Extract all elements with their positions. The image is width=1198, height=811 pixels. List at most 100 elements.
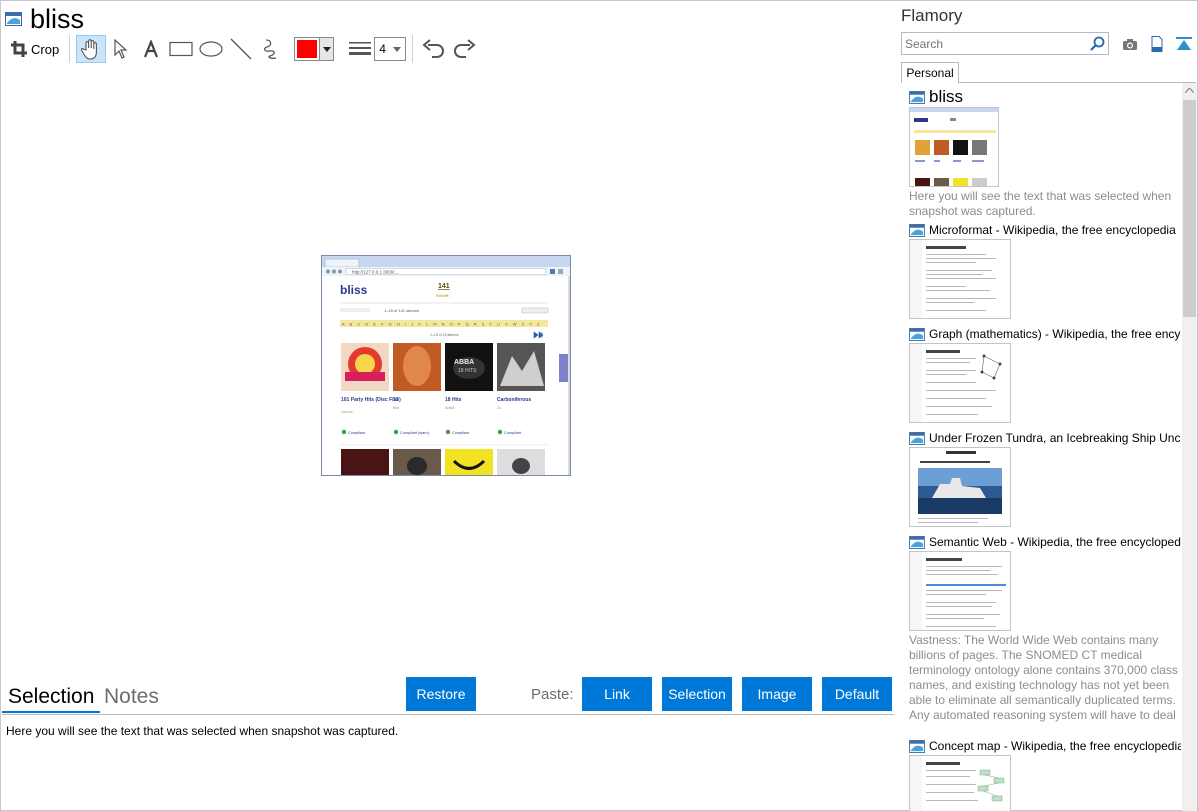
snapshot-url: http://127.0.0.1:3000/...	[352, 270, 398, 275]
list-item-thumbnail	[909, 551, 1011, 631]
paste-label: Paste:	[531, 686, 574, 703]
chevron-down-icon	[393, 46, 402, 52]
redo-button[interactable]	[449, 35, 479, 63]
line-width-icon	[349, 42, 372, 55]
list-item[interactable]: Graph (mathematics) - Wikipedia, the fre…	[909, 326, 1181, 423]
snapshot-album-artist: Blur	[393, 406, 400, 410]
undo-icon	[422, 39, 445, 58]
list-item-title: Semantic Web - Wikipedia, the free encyc…	[929, 535, 1181, 549]
crop-icon	[11, 41, 27, 57]
line-width-select[interactable]: 4	[374, 37, 407, 61]
svg-text:ABBA: ABBA	[454, 359, 474, 366]
ellipse-icon	[199, 41, 223, 57]
line-width-button[interactable]	[348, 35, 372, 63]
color-swatch	[297, 40, 318, 58]
list-item[interactable]: Semantic Web - Wikipedia, the free encyc…	[909, 534, 1181, 722]
tab-divider	[958, 82, 1196, 83]
page-icon	[5, 12, 22, 26]
list-item-thumbnail	[909, 447, 1011, 527]
undo-button[interactable]	[419, 35, 449, 63]
app-title: Flamory	[901, 6, 963, 25]
snapshot-album-status: Compliant	[348, 431, 366, 435]
snapshot-canvas[interactable]: http://127.0.0.1:3000/... bliss 141 Fold…	[2, 65, 894, 677]
search-input[interactable]	[905, 36, 1085, 51]
selection-text[interactable]: Here you will see the text that was sele…	[6, 724, 398, 738]
tab-selection[interactable]: Selection	[2, 683, 101, 713]
snapshot-album-status: Compliant	[504, 431, 522, 435]
scrollbar-thumb[interactable]	[1183, 100, 1196, 317]
paste-default-button[interactable]: Default	[822, 677, 892, 711]
list-item-thumbnail	[909, 343, 1011, 423]
svg-text:18 HITS: 18 HITS	[458, 368, 477, 374]
snapshot-album-artist: Various	[341, 410, 353, 414]
svg-text:1–15 of 15 albums: 1–15 of 15 albums	[430, 333, 459, 337]
search-box[interactable]	[901, 32, 1109, 55]
scroll-up-button[interactable]	[1182, 83, 1197, 98]
crop-label: Crop	[31, 41, 60, 57]
document-icon[interactable]	[1148, 36, 1166, 52]
page-icon	[909, 90, 925, 104]
toolbar-separator	[412, 35, 414, 63]
snapshot-preview: http://127.0.0.1:3000/... bliss 141 Fold…	[322, 256, 570, 475]
paste-image-button[interactable]: Image	[742, 677, 812, 711]
snapshot-album-status: Compliant	[452, 431, 470, 435]
bottom-panel-header: Selection Notes Restore Paste: Link Sele…	[2, 677, 894, 715]
sidebar-scrollbar[interactable]	[1182, 83, 1197, 811]
line-icon	[230, 38, 252, 60]
app-window: bliss Crop 4 http://127.0.0.1:3000/... b…	[0, 0, 1198, 811]
redo-icon	[454, 39, 476, 58]
snapshot-album-artist: Zu	[497, 406, 501, 410]
list-item-title: Under Frozen Tundra, an Icebreaking Ship…	[929, 431, 1181, 445]
snapshot-album-title: 18 Hits	[445, 397, 462, 403]
hand-icon	[81, 39, 98, 60]
page-icon	[909, 431, 925, 445]
text-tool-button[interactable]	[136, 35, 166, 63]
list-item[interactable]: bliss Here you will see the text that wa…	[909, 88, 1181, 219]
editor-toolbar: Crop 4	[7, 34, 479, 64]
snapshot-count-sub: Fold left	[436, 294, 448, 298]
chevron-down-icon	[322, 46, 331, 52]
freehand-tool-button[interactable]	[256, 35, 286, 63]
list-item-title: Graph (mathematics) - Wikipedia, the fre…	[929, 327, 1181, 341]
svg-text:A B C D E F G H I J K L M N O: A B C D E F G H I J K L M N O P Q R S T …	[342, 322, 542, 327]
list-item[interactable]: Microformat - Wikipedia, the free encycl…	[909, 222, 1181, 319]
color-picker[interactable]	[294, 37, 335, 61]
restore-button[interactable]: Restore	[406, 677, 476, 711]
snapshot-album-status: Compliant (warn)	[400, 431, 430, 435]
list-item[interactable]: Concept map - Wikipedia, the free encycl…	[909, 738, 1181, 811]
ellipse-tool-button[interactable]	[196, 35, 226, 63]
search-icon[interactable]	[1090, 36, 1105, 51]
list-item-thumbnail	[909, 239, 1011, 319]
snapshot-filter: 1–15 of 141 albums	[384, 308, 419, 313]
snapshot-album-title: 13	[393, 397, 399, 403]
color-dropdown-arrow[interactable]	[319, 38, 334, 60]
text-icon	[144, 40, 159, 58]
page-icon	[909, 223, 925, 237]
list-item-title: Concept map - Wikipedia, the free encycl…	[929, 739, 1181, 753]
rectangle-tool-button[interactable]	[166, 35, 196, 63]
snapshot-image[interactable]: http://127.0.0.1:3000/... bliss 141 Fold…	[321, 255, 571, 476]
collapse-to-top-icon[interactable]	[1175, 36, 1193, 52]
snapshot-album-title: Carboniferous	[497, 397, 531, 403]
paste-link-button[interactable]: Link	[582, 677, 652, 711]
camera-icon[interactable]	[1121, 36, 1139, 52]
snapshot-album-artist: ABBA	[445, 406, 455, 410]
list-item-excerpt: Vastness: The World Wide Web contains ma…	[909, 633, 1178, 722]
select-tool-button[interactable]	[106, 35, 136, 63]
crop-button[interactable]: Crop	[7, 35, 63, 63]
pan-tool-button[interactable]	[76, 35, 107, 63]
list-item-excerpt: Here you will see the text that was sele…	[909, 189, 1172, 218]
line-width-value: 4	[379, 42, 386, 56]
list-item-title: Microformat - Wikipedia, the free encycl…	[929, 223, 1176, 237]
page-icon	[909, 739, 925, 753]
tab-notes[interactable]: Notes	[98, 683, 165, 713]
snapshot-count: 141	[438, 283, 450, 290]
rectangle-icon	[169, 41, 193, 57]
tab-personal[interactable]: Personal	[901, 62, 959, 83]
paste-selection-button[interactable]: Selection	[662, 677, 732, 711]
list-item[interactable]: Under Frozen Tundra, an Icebreaking Ship…	[909, 430, 1181, 527]
line-tool-button[interactable]	[226, 35, 256, 63]
arrow-pointer-icon	[114, 39, 128, 59]
list-item-thumbnail	[909, 755, 1011, 811]
document-title: bliss	[30, 4, 85, 34]
